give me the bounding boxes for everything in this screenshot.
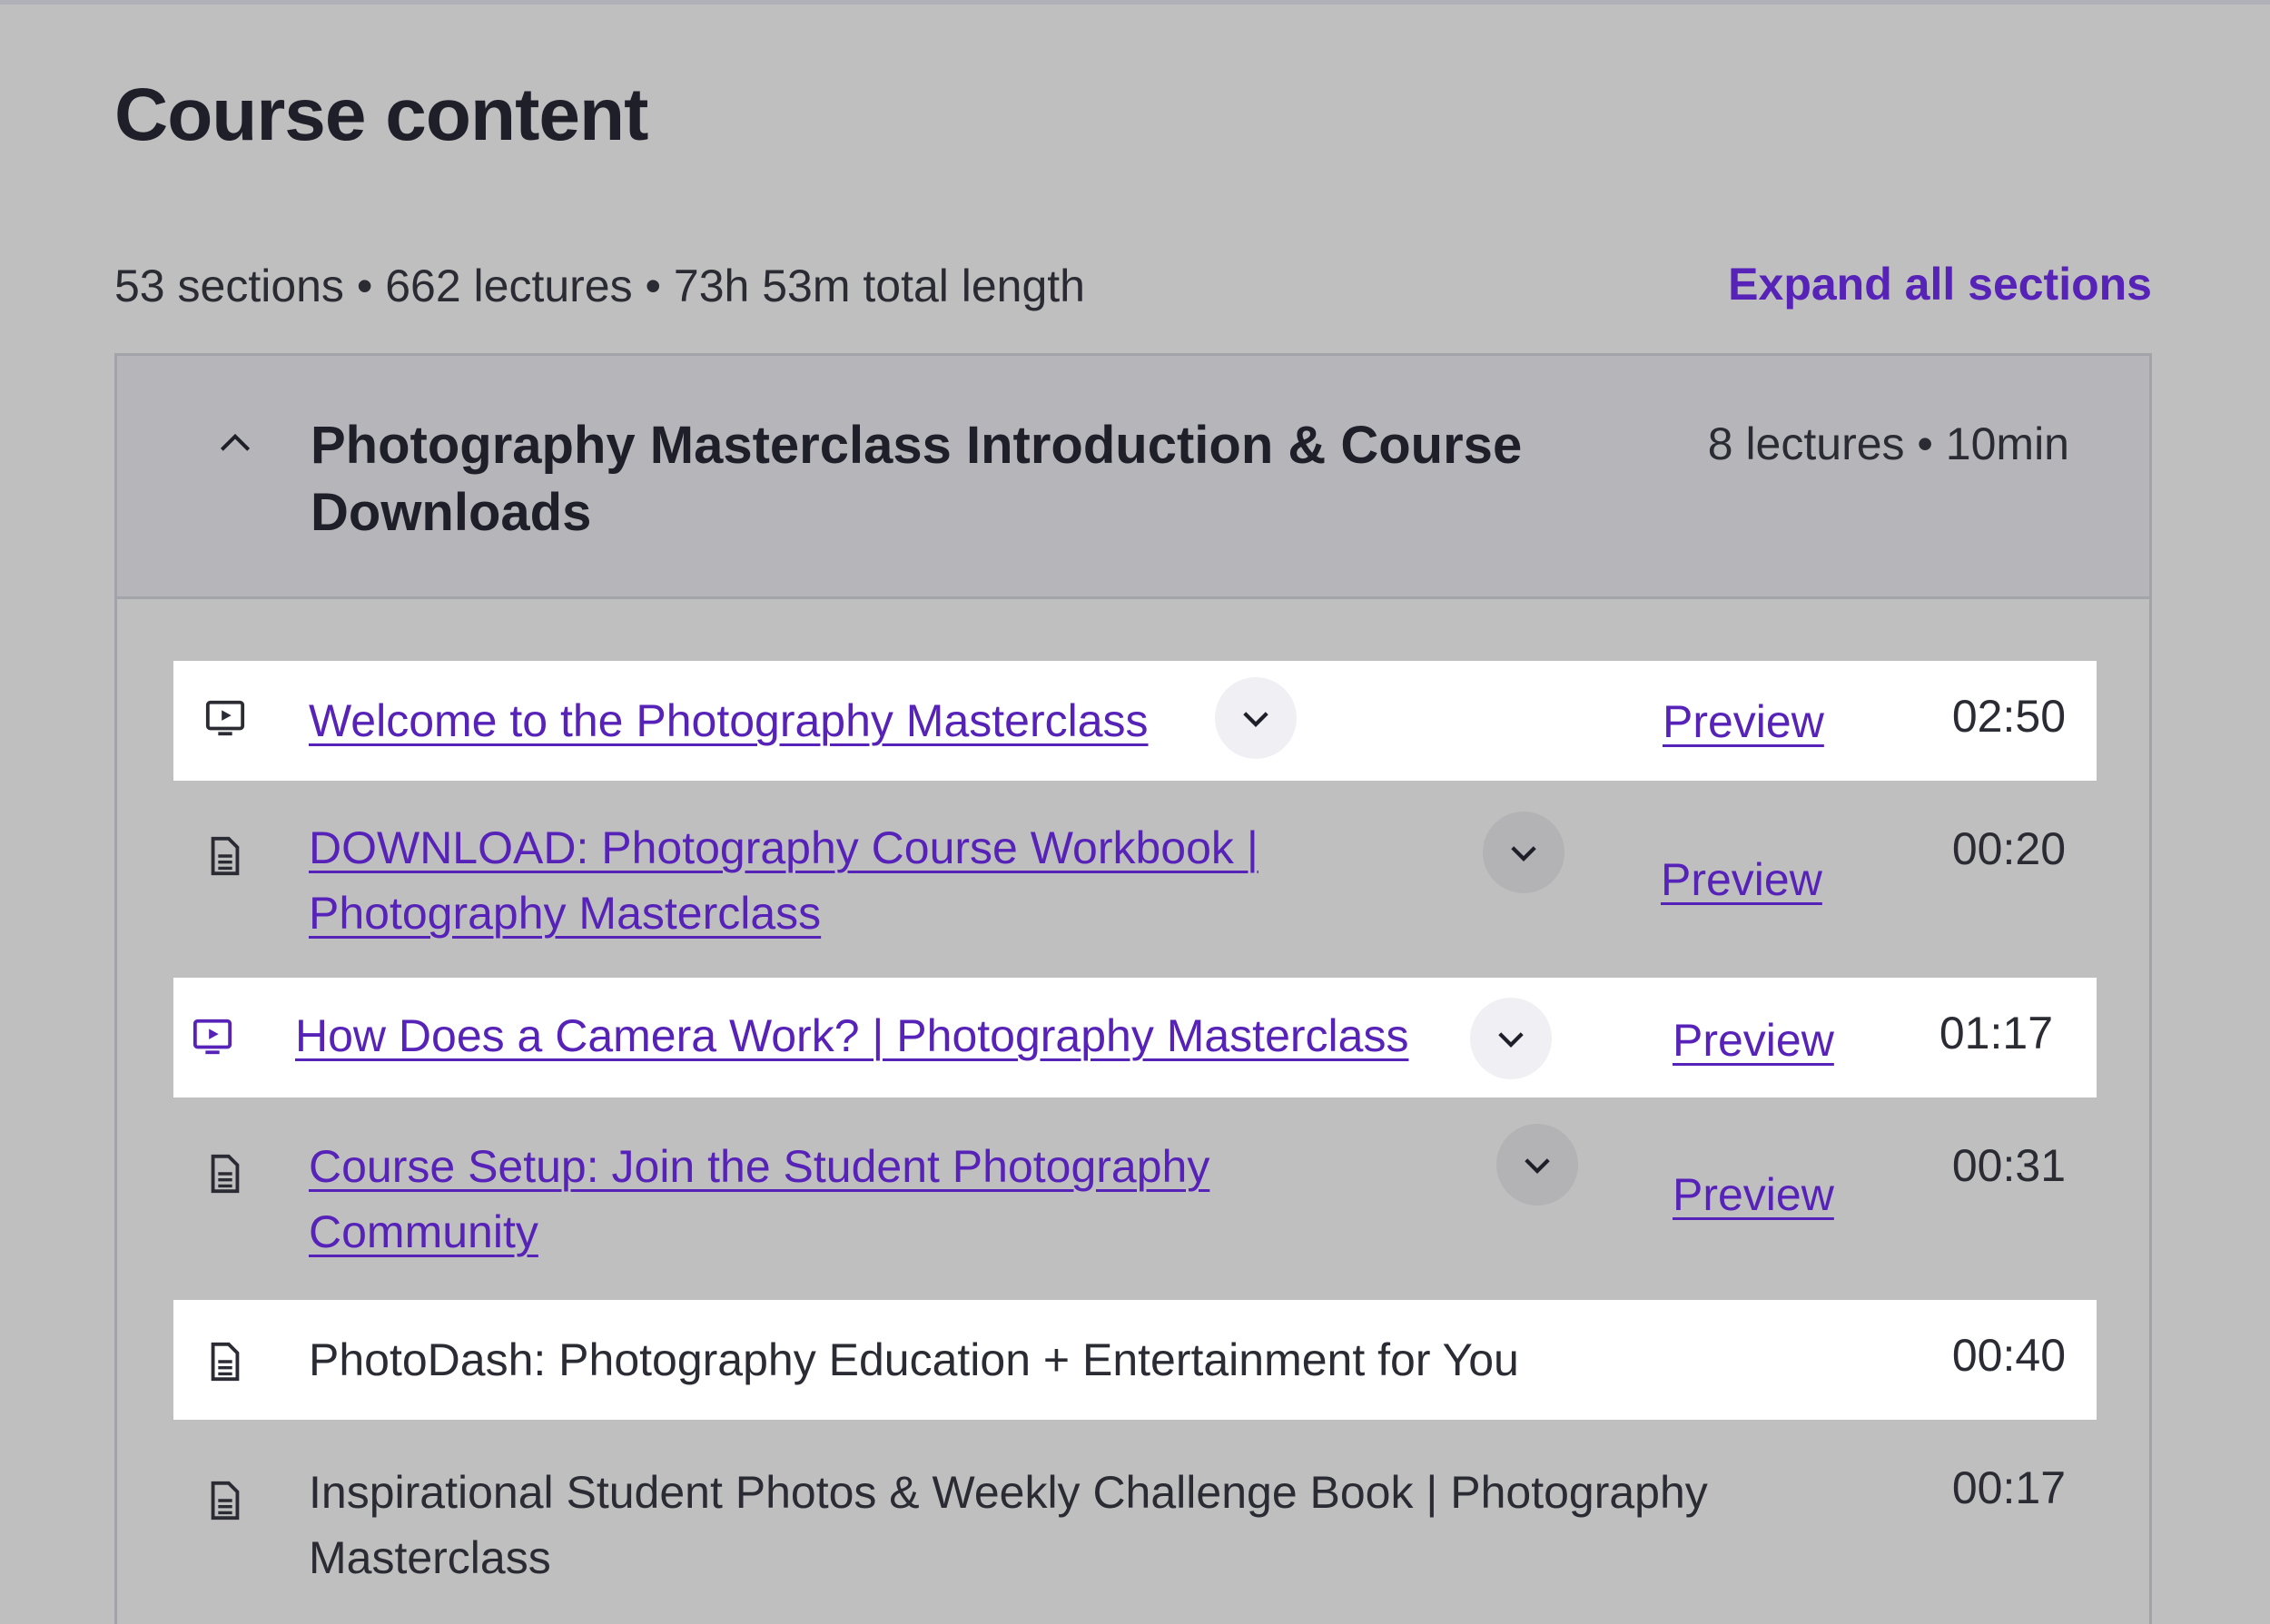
top-border: [0, 0, 2270, 5]
chevron-down-icon: [1243, 712, 1268, 727]
document-icon: [211, 1154, 240, 1194]
section-title: Photography Masterclass Introduction & C…: [311, 416, 1523, 542]
course-summary: 53 sections • 662 lectures • 73h 53m tot…: [114, 261, 1085, 311]
lecture-row: Welcome to the Photography Masterclass P…: [173, 661, 2097, 781]
expand-all-sections-button[interactable]: Expand all sections: [1728, 258, 2152, 310]
lecture-title-link[interactable]: How Does a Camera Work? | Photography Ma…: [295, 1003, 1408, 1068]
lecture-title-link[interactable]: Course Setup: Join the Student Photograp…: [309, 1134, 1353, 1265]
lecture-duration: 02:50: [1951, 691, 2066, 742]
document-icon: [211, 1481, 240, 1521]
chevron-up-icon[interactable]: [215, 423, 255, 463]
lecture-expand-toggle[interactable]: [1496, 1124, 1578, 1206]
lecture-duration: 00:17: [1951, 1462, 2066, 1513]
lecture-row: How Does a Camera Work? | Photography Ma…: [173, 978, 2097, 1097]
video-play-icon: [205, 700, 245, 736]
lecture-duration: 01:17: [1939, 1008, 2053, 1058]
chevron-down-icon: [1511, 846, 1536, 861]
preview-link[interactable]: Preview: [1673, 1168, 1834, 1221]
lecture-duration: 00:40: [1951, 1330, 2066, 1381]
lecture-expand-toggle[interactable]: [1470, 998, 1552, 1079]
preview-link[interactable]: Preview: [1661, 853, 1822, 906]
chevron-down-icon: [1525, 1158, 1550, 1174]
lecture-row: DOWNLOAD: Photography Course Workbook | …: [173, 790, 2097, 962]
lecture-title: Inspirational Student Photos & Weekly Ch…: [309, 1467, 1708, 1583]
section-meta: 8 lectures • 10min: [1707, 418, 2069, 469]
lecture-duration: 00:31: [1951, 1140, 2066, 1191]
lecture-title-link[interactable]: DOWNLOAD: Photography Course Workbook | …: [309, 815, 1444, 946]
lecture-expand-toggle[interactable]: [1215, 677, 1297, 759]
lecture-title: PhotoDash: Photography Education + Enter…: [309, 1334, 1519, 1385]
chevron-down-icon: [1498, 1032, 1524, 1048]
lecture-expand-toggle[interactable]: [1483, 812, 1564, 893]
document-icon: [211, 1342, 240, 1382]
section-header[interactable]: Photography Masterclass Introduction & C…: [117, 356, 2149, 599]
lecture-duration: 00:20: [1951, 823, 2066, 874]
page-title: Course content: [114, 74, 648, 156]
lecture-row: Course Setup: Join the Student Photograp…: [173, 1112, 2097, 1284]
preview-link[interactable]: Preview: [1663, 695, 1824, 748]
video-play-icon: [192, 1019, 232, 1055]
lecture-title-link[interactable]: Welcome to the Photography Masterclass: [309, 688, 1149, 753]
lecture-row: PhotoDash: Photography Education + Enter…: [173, 1300, 2097, 1420]
lecture-row: Inspirational Student Photos & Weekly Ch…: [173, 1434, 2097, 1616]
document-icon: [211, 836, 240, 876]
preview-link[interactable]: Preview: [1673, 1014, 1834, 1067]
